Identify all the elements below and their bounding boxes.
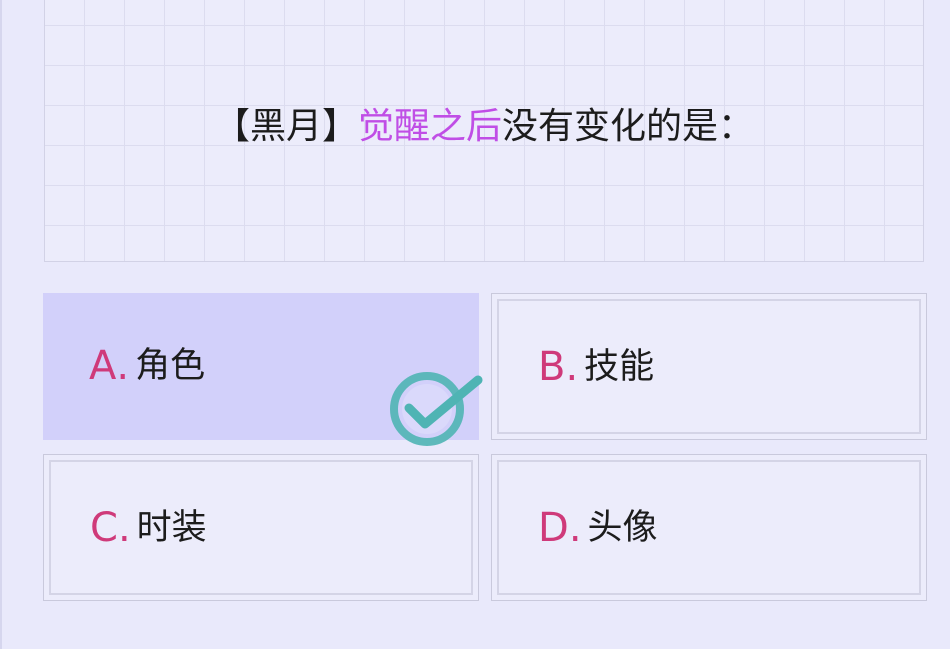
option-b[interactable]: B. 技能 (491, 293, 927, 440)
option-b-label: 技能 (584, 347, 655, 387)
left-edge (0, 0, 2, 649)
option-b-dot: . (565, 344, 579, 390)
option-a-letter: A (89, 343, 117, 389)
check-circle-icon (390, 372, 483, 446)
option-d-letter: D (538, 505, 569, 551)
option-d-dot: . (568, 505, 582, 551)
question-highlight: 觉醒之后 (357, 106, 502, 147)
option-c-dot: . (117, 505, 131, 551)
question-suffix: 没有变化的是： (502, 106, 755, 147)
question-panel: 【黑月】觉醒之后没有变化的是： (44, 0, 924, 262)
option-d-label: 头像 (587, 508, 658, 548)
option-a-dot: . (116, 343, 130, 389)
option-c[interactable]: C. 时装 (43, 454, 479, 601)
question-text: 【黑月】觉醒之后没有变化的是： (45, 102, 923, 152)
option-d[interactable]: D. 头像 (491, 454, 927, 601)
option-a-label: 角色 (135, 346, 206, 386)
question-prefix: 【黑月】 (213, 106, 358, 147)
option-b-letter: B (538, 344, 566, 390)
option-c-letter: C (90, 505, 118, 551)
option-c-label: 时装 (136, 508, 207, 548)
